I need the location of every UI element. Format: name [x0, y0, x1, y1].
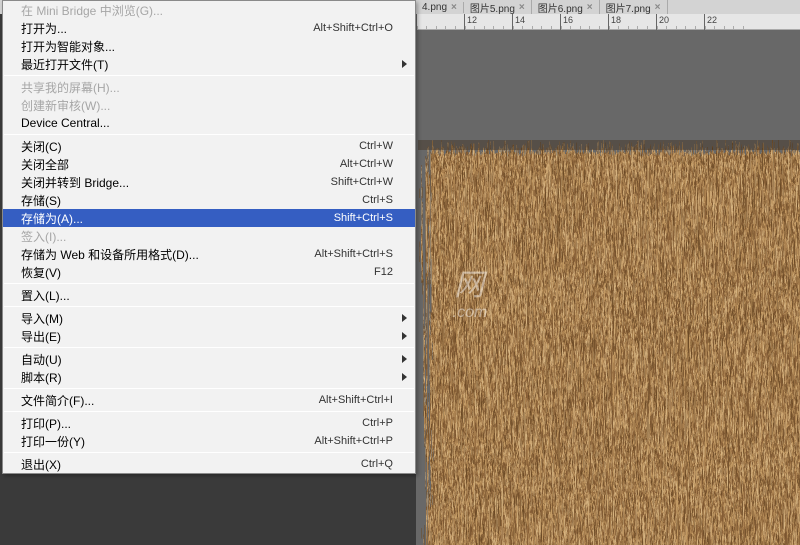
- menu-item-shortcut: Alt+Ctrl+W: [340, 158, 393, 170]
- menu-item-label: 存储(S): [21, 192, 362, 209]
- menu-separator: [4, 75, 414, 76]
- document-tab[interactable]: 4.png ×: [416, 2, 464, 13]
- menu-separator: [4, 347, 414, 348]
- menu-item: 创建新审核(W)...: [3, 96, 415, 114]
- menu-item-label: 文件简介(F)...: [21, 392, 319, 409]
- ruler-tick: 20: [656, 14, 704, 30]
- ruler-tick: 12: [464, 14, 512, 30]
- menu-item[interactable]: 恢复(V)F12: [3, 263, 415, 281]
- hair-texture: [418, 140, 800, 545]
- menu-item-label: 打开为...: [21, 20, 313, 37]
- menu-item[interactable]: 关闭(C)Ctrl+W: [3, 137, 415, 155]
- close-icon[interactable]: ×: [451, 2, 457, 13]
- menu-item[interactable]: 存储(S)Ctrl+S: [3, 191, 415, 209]
- menu-item-label: 打印一份(Y): [21, 433, 314, 450]
- horizontal-ruler: 121416182022: [416, 14, 800, 30]
- menu-item-label: Device Central...: [21, 116, 393, 130]
- menu-item-label: 自动(U): [21, 351, 393, 368]
- close-icon[interactable]: ×: [587, 2, 593, 13]
- menu-item[interactable]: 导入(M): [3, 309, 415, 327]
- tab-label: 图片6.png: [538, 0, 583, 15]
- menu-item[interactable]: 关闭并转到 Bridge...Shift+Ctrl+W: [3, 173, 415, 191]
- document-tab[interactable]: 图片6.png ×: [532, 0, 600, 15]
- menu-separator: [4, 388, 414, 389]
- menu-item-shortcut: Shift+Ctrl+S: [334, 212, 393, 224]
- menu-item-shortcut: Alt+Shift+Ctrl+I: [319, 394, 393, 406]
- menu-item[interactable]: 文件简介(F)...Alt+Shift+Ctrl+I: [3, 391, 415, 409]
- menu-separator: [4, 411, 414, 412]
- menu-item-label: 打印(P)...: [21, 415, 362, 432]
- ruler-tick: [416, 14, 464, 30]
- tab-label: 图片5.png: [470, 0, 515, 15]
- menu-item-label: 在 Mini Bridge 中浏览(G)...: [21, 2, 393, 19]
- ruler-tick: 16: [560, 14, 608, 30]
- menu-item-shortcut: Ctrl+S: [362, 194, 393, 206]
- menu-item-shortcut: Alt+Shift+Ctrl+O: [313, 22, 393, 34]
- menu-item-label: 恢复(V): [21, 264, 374, 281]
- ruler-tick: 18: [608, 14, 656, 30]
- menu-item-label: 共享我的屏幕(H)...: [21, 79, 393, 96]
- menu-item: 在 Mini Bridge 中浏览(G)...: [3, 1, 415, 19]
- menu-item-label: 关闭(C): [21, 138, 359, 155]
- menu-item-label: 打开为智能对象...: [21, 38, 393, 55]
- canvas-area: [418, 140, 800, 545]
- menu-item-shortcut: Ctrl+W: [359, 140, 393, 152]
- menu-item[interactable]: 存储为(A)...Shift+Ctrl+S: [3, 209, 415, 227]
- document-tab[interactable]: 图片5.png ×: [464, 0, 532, 15]
- menu-item[interactable]: 打印一份(Y)Alt+Shift+Ctrl+P: [3, 432, 415, 450]
- menu-item: 签入(I)...: [3, 227, 415, 245]
- tab-label: 图片7.png: [606, 0, 651, 15]
- menu-item[interactable]: 脚本(R): [3, 368, 415, 386]
- menu-item-label: 创建新审核(W)...: [21, 97, 393, 114]
- menu-item-shortcut: F12: [374, 266, 393, 278]
- menu-item-shortcut: Alt+Shift+Ctrl+S: [314, 248, 393, 260]
- menu-item[interactable]: 打开为智能对象...: [3, 37, 415, 55]
- menu-item[interactable]: 关闭全部Alt+Ctrl+W: [3, 155, 415, 173]
- menu-separator: [4, 283, 414, 284]
- menu-item[interactable]: 存储为 Web 和设备所用格式(D)...Alt+Shift+Ctrl+S: [3, 245, 415, 263]
- menu-item-label: 关闭全部: [21, 156, 340, 173]
- menu-item-label: 导出(E): [21, 328, 393, 345]
- menu-item-label: 存储为(A)...: [21, 210, 334, 227]
- menu-item-shortcut: Alt+Shift+Ctrl+P: [314, 435, 393, 447]
- menu-item-label: 退出(X): [21, 456, 361, 473]
- menu-item-label: 置入(L)...: [21, 287, 393, 304]
- close-icon[interactable]: ×: [519, 2, 525, 13]
- menu-item[interactable]: 打开为...Alt+Shift+Ctrl+O: [3, 19, 415, 37]
- menu-separator: [4, 452, 414, 453]
- menu-item: 共享我的屏幕(H)...: [3, 78, 415, 96]
- file-menu: 在 Mini Bridge 中浏览(G)...打开为...Alt+Shift+C…: [2, 0, 416, 474]
- menu-item-label: 脚本(R): [21, 369, 393, 386]
- menu-item[interactable]: 打印(P)...Ctrl+P: [3, 414, 415, 432]
- ruler-tick: 14: [512, 14, 560, 30]
- menu-item[interactable]: Device Central...: [3, 114, 415, 132]
- menu-item[interactable]: 置入(L)...: [3, 286, 415, 304]
- menu-item-shortcut: Ctrl+P: [362, 417, 393, 429]
- ruler-tick: 22: [704, 14, 752, 30]
- menu-separator: [4, 134, 414, 135]
- menu-item-label: 关闭并转到 Bridge...: [21, 174, 331, 191]
- menu-item[interactable]: 退出(X)Ctrl+Q: [3, 455, 415, 473]
- menu-item-label: 存储为 Web 和设备所用格式(D)...: [21, 246, 314, 263]
- tab-label: 4.png: [422, 2, 447, 13]
- close-icon[interactable]: ×: [655, 2, 661, 13]
- menu-item-label: 导入(M): [21, 310, 393, 327]
- menu-item-label: 签入(I)...: [21, 228, 393, 245]
- menu-separator: [4, 306, 414, 307]
- menu-item-label: 最近打开文件(T): [21, 56, 393, 73]
- menu-item-shortcut: Shift+Ctrl+W: [331, 176, 393, 188]
- menu-item[interactable]: 自动(U): [3, 350, 415, 368]
- document-tab[interactable]: 图片7.png ×: [600, 0, 668, 15]
- menu-item[interactable]: 最近打开文件(T): [3, 55, 415, 73]
- menu-item[interactable]: 导出(E): [3, 327, 415, 345]
- menu-item-shortcut: Ctrl+Q: [361, 458, 393, 470]
